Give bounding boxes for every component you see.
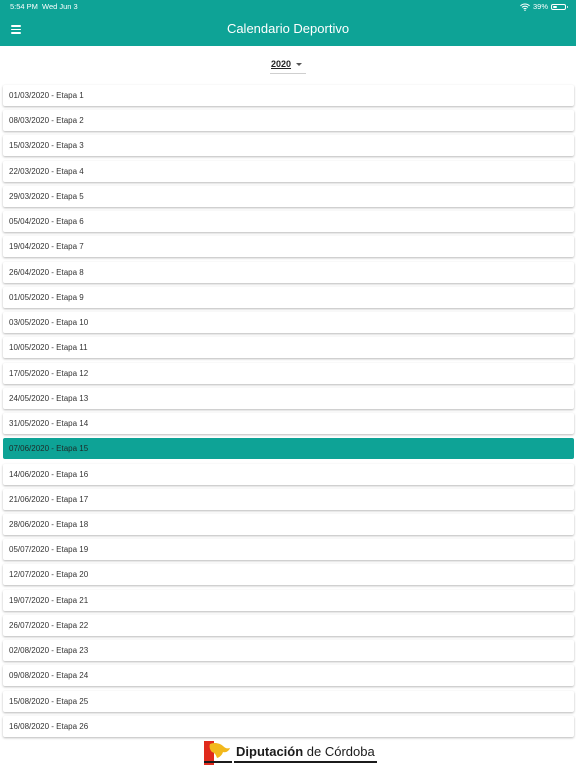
stage-list-item[interactable]: 22/03/2020 - Etapa 4 [3, 160, 574, 182]
stage-list-item[interactable]: 12/07/2020 - Etapa 20 [3, 564, 574, 586]
stage-list-item[interactable]: 03/05/2020 - Etapa 10 [3, 312, 574, 334]
wifi-icon [520, 3, 530, 11]
stage-list-item[interactable]: 16/08/2020 - Etapa 26 [3, 715, 574, 737]
stage-list-item[interactable]: 31/05/2020 - Etapa 14 [3, 413, 574, 435]
year-dropdown-value: 2020 [271, 59, 292, 69]
stage-list-item[interactable]: 19/07/2020 - Etapa 21 [3, 589, 574, 611]
stage-list-item[interactable]: 10/05/2020 - Etapa 11 [3, 337, 574, 359]
stage-list-item[interactable]: 24/05/2020 - Etapa 13 [3, 387, 574, 409]
stage-list-item[interactable]: 01/03/2020 - Etapa 1 [3, 85, 574, 106]
year-dropdown[interactable]: 2020 [270, 57, 306, 74]
stage-list-item[interactable]: 05/04/2020 - Etapa 6 [3, 211, 574, 233]
footer-logo: Diputación de Córdoba [200, 739, 378, 767]
stage-list-item[interactable]: 26/04/2020 - Etapa 8 [3, 261, 574, 283]
logo-text-rest: de Córdoba [303, 744, 375, 759]
battery-icon [551, 4, 568, 10]
stage-list-item[interactable]: 26/07/2020 - Etapa 22 [3, 614, 574, 636]
page-title: Calendario Deportivo [226, 21, 350, 36]
stage-list-item[interactable]: 15/08/2020 - Etapa 25 [3, 690, 574, 712]
stage-list-item[interactable]: 01/05/2020 - Etapa 9 [3, 286, 574, 308]
status-time: 5:54 PM [10, 2, 38, 11]
caret-down-icon [296, 63, 302, 66]
stage-list-item[interactable]: 15/03/2020 - Etapa 3 [3, 135, 574, 157]
logo-underline [234, 761, 377, 763]
stage-list-item[interactable]: 19/04/2020 - Etapa 7 [3, 236, 574, 258]
logo-text-bold: Diputación [236, 744, 304, 759]
stage-list-item[interactable]: 17/05/2020 - Etapa 12 [3, 362, 574, 384]
battery-percent: 39% [532, 2, 548, 11]
stage-list-item[interactable]: 14/06/2020 - Etapa 16 [3, 463, 574, 485]
stage-list-item[interactable]: 21/06/2020 - Etapa 17 [3, 488, 574, 510]
status-right: 39% [520, 0, 568, 14]
stage-list-item[interactable]: 29/03/2020 - Etapa 5 [3, 185, 574, 207]
stage-list-item[interactable]: 28/06/2020 - Etapa 18 [3, 513, 574, 535]
stage-list-item[interactable]: 07/06/2020 - Etapa 15 [3, 438, 574, 460]
stage-list-item[interactable]: 05/07/2020 - Etapa 19 [3, 539, 574, 561]
battery-fill [553, 6, 558, 8]
stage-list: 01/03/2020 - Etapa 1 08/03/2020 - Etapa 2… [3, 85, 574, 741]
diputacion-cordoba-logo-icon [204, 741, 232, 765]
status-bar: 5:54 PM Wed Jun 3 39% [0, 0, 576, 14]
app-header: 5:54 PM Wed Jun 3 39% Calendario Deporti… [0, 0, 576, 46]
stage-list-item[interactable]: 09/08/2020 - Etapa 24 [3, 665, 574, 687]
stage-list-item[interactable]: 02/08/2020 - Etapa 23 [3, 640, 574, 662]
logo-text: Diputación de Córdoba [236, 744, 375, 760]
status-date: Wed Jun 3 [42, 2, 78, 11]
stage-list-item[interactable]: 08/03/2020 - Etapa 2 [3, 110, 574, 132]
